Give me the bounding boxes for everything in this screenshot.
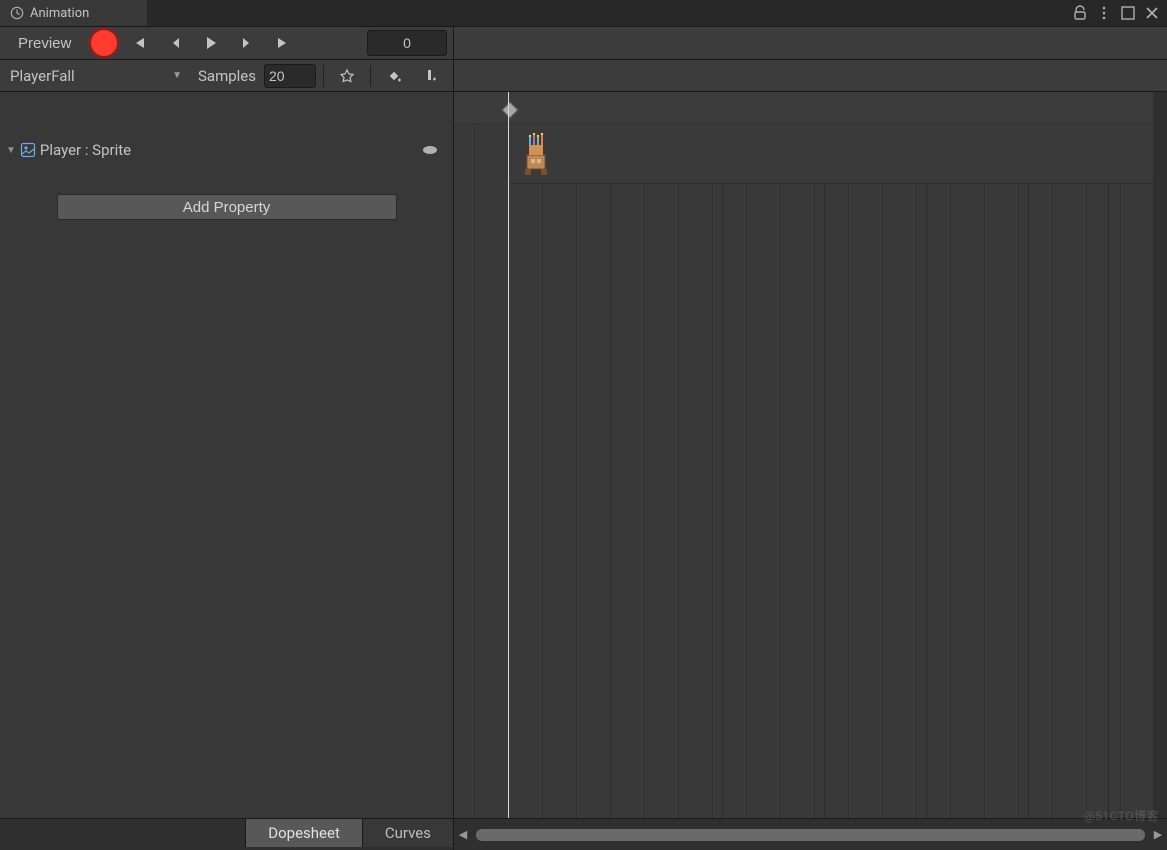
lock-icon[interactable] xyxy=(1071,4,1089,22)
scroll-left-icon[interactable]: ◀ xyxy=(454,828,472,841)
sprite-keyframe-thumb[interactable] xyxy=(512,130,560,178)
property-label: Player : Sprite xyxy=(40,141,131,159)
samples-label: Samples xyxy=(194,67,260,85)
visibility-toggle-icon[interactable] xyxy=(423,146,437,154)
add-event-button[interactable] xyxy=(414,63,446,89)
tab-dopesheet[interactable]: Dopesheet xyxy=(245,819,362,847)
prev-key-button[interactable] xyxy=(159,30,191,56)
watermark: @51CTO博客 xyxy=(1084,807,1159,824)
property-list: ▼ Player : Sprite Add Property xyxy=(0,92,454,818)
keyframe-marker-icon[interactable] xyxy=(502,102,519,119)
foldout-icon[interactable]: ▼ xyxy=(6,145,16,156)
event-track[interactable] xyxy=(454,92,1157,124)
ruler-area[interactable] xyxy=(454,27,1167,59)
vertical-scrollbar[interactable] xyxy=(1153,92,1167,818)
scroll-right-icon[interactable]: ▶ xyxy=(1149,828,1167,841)
samples-field[interactable] xyxy=(264,64,316,88)
tab-curves[interactable]: Curves xyxy=(362,819,453,847)
sprite-key-track[interactable] xyxy=(508,124,1157,184)
maximize-icon[interactable] xyxy=(1119,4,1137,22)
frame-field[interactable] xyxy=(367,30,447,56)
close-icon[interactable] xyxy=(1143,4,1161,22)
timeline[interactable]: 0:00 0:03 0:07 0:10 0:13 0:17 1:00 xyxy=(454,92,1167,818)
last-frame-button[interactable] xyxy=(267,30,299,56)
clip-name: PlayerFall xyxy=(10,67,75,85)
chevron-down-icon: ▼ xyxy=(172,70,182,81)
clip-row: PlayerFall ▼ Samples xyxy=(0,60,1167,92)
sprite-renderer-icon xyxy=(20,142,36,158)
horizontal-scrollbar[interactable] xyxy=(476,829,1145,841)
playhead[interactable] xyxy=(508,92,509,818)
tab-strip: Animation xyxy=(0,0,1167,26)
add-keyframe-button[interactable] xyxy=(378,63,410,89)
tab-label: Animation xyxy=(30,6,89,21)
filter-by-selection-button[interactable] xyxy=(331,63,363,89)
add-property-button[interactable]: Add Property xyxy=(57,194,397,220)
tab-animation[interactable]: Animation xyxy=(0,0,148,26)
clock-icon xyxy=(10,6,24,20)
kebab-icon[interactable] xyxy=(1095,4,1113,22)
footer: Dopesheet Curves ◀ ▶ xyxy=(0,818,1167,850)
toolbar: Preview xyxy=(0,26,1167,60)
record-button[interactable] xyxy=(89,28,119,58)
preview-button[interactable]: Preview xyxy=(4,30,85,56)
next-key-button[interactable] xyxy=(231,30,263,56)
first-frame-button[interactable] xyxy=(123,30,155,56)
play-button[interactable] xyxy=(195,30,227,56)
clip-dropdown[interactable]: PlayerFall ▼ xyxy=(4,63,190,89)
property-row-sprite[interactable]: ▼ Player : Sprite xyxy=(0,136,453,164)
